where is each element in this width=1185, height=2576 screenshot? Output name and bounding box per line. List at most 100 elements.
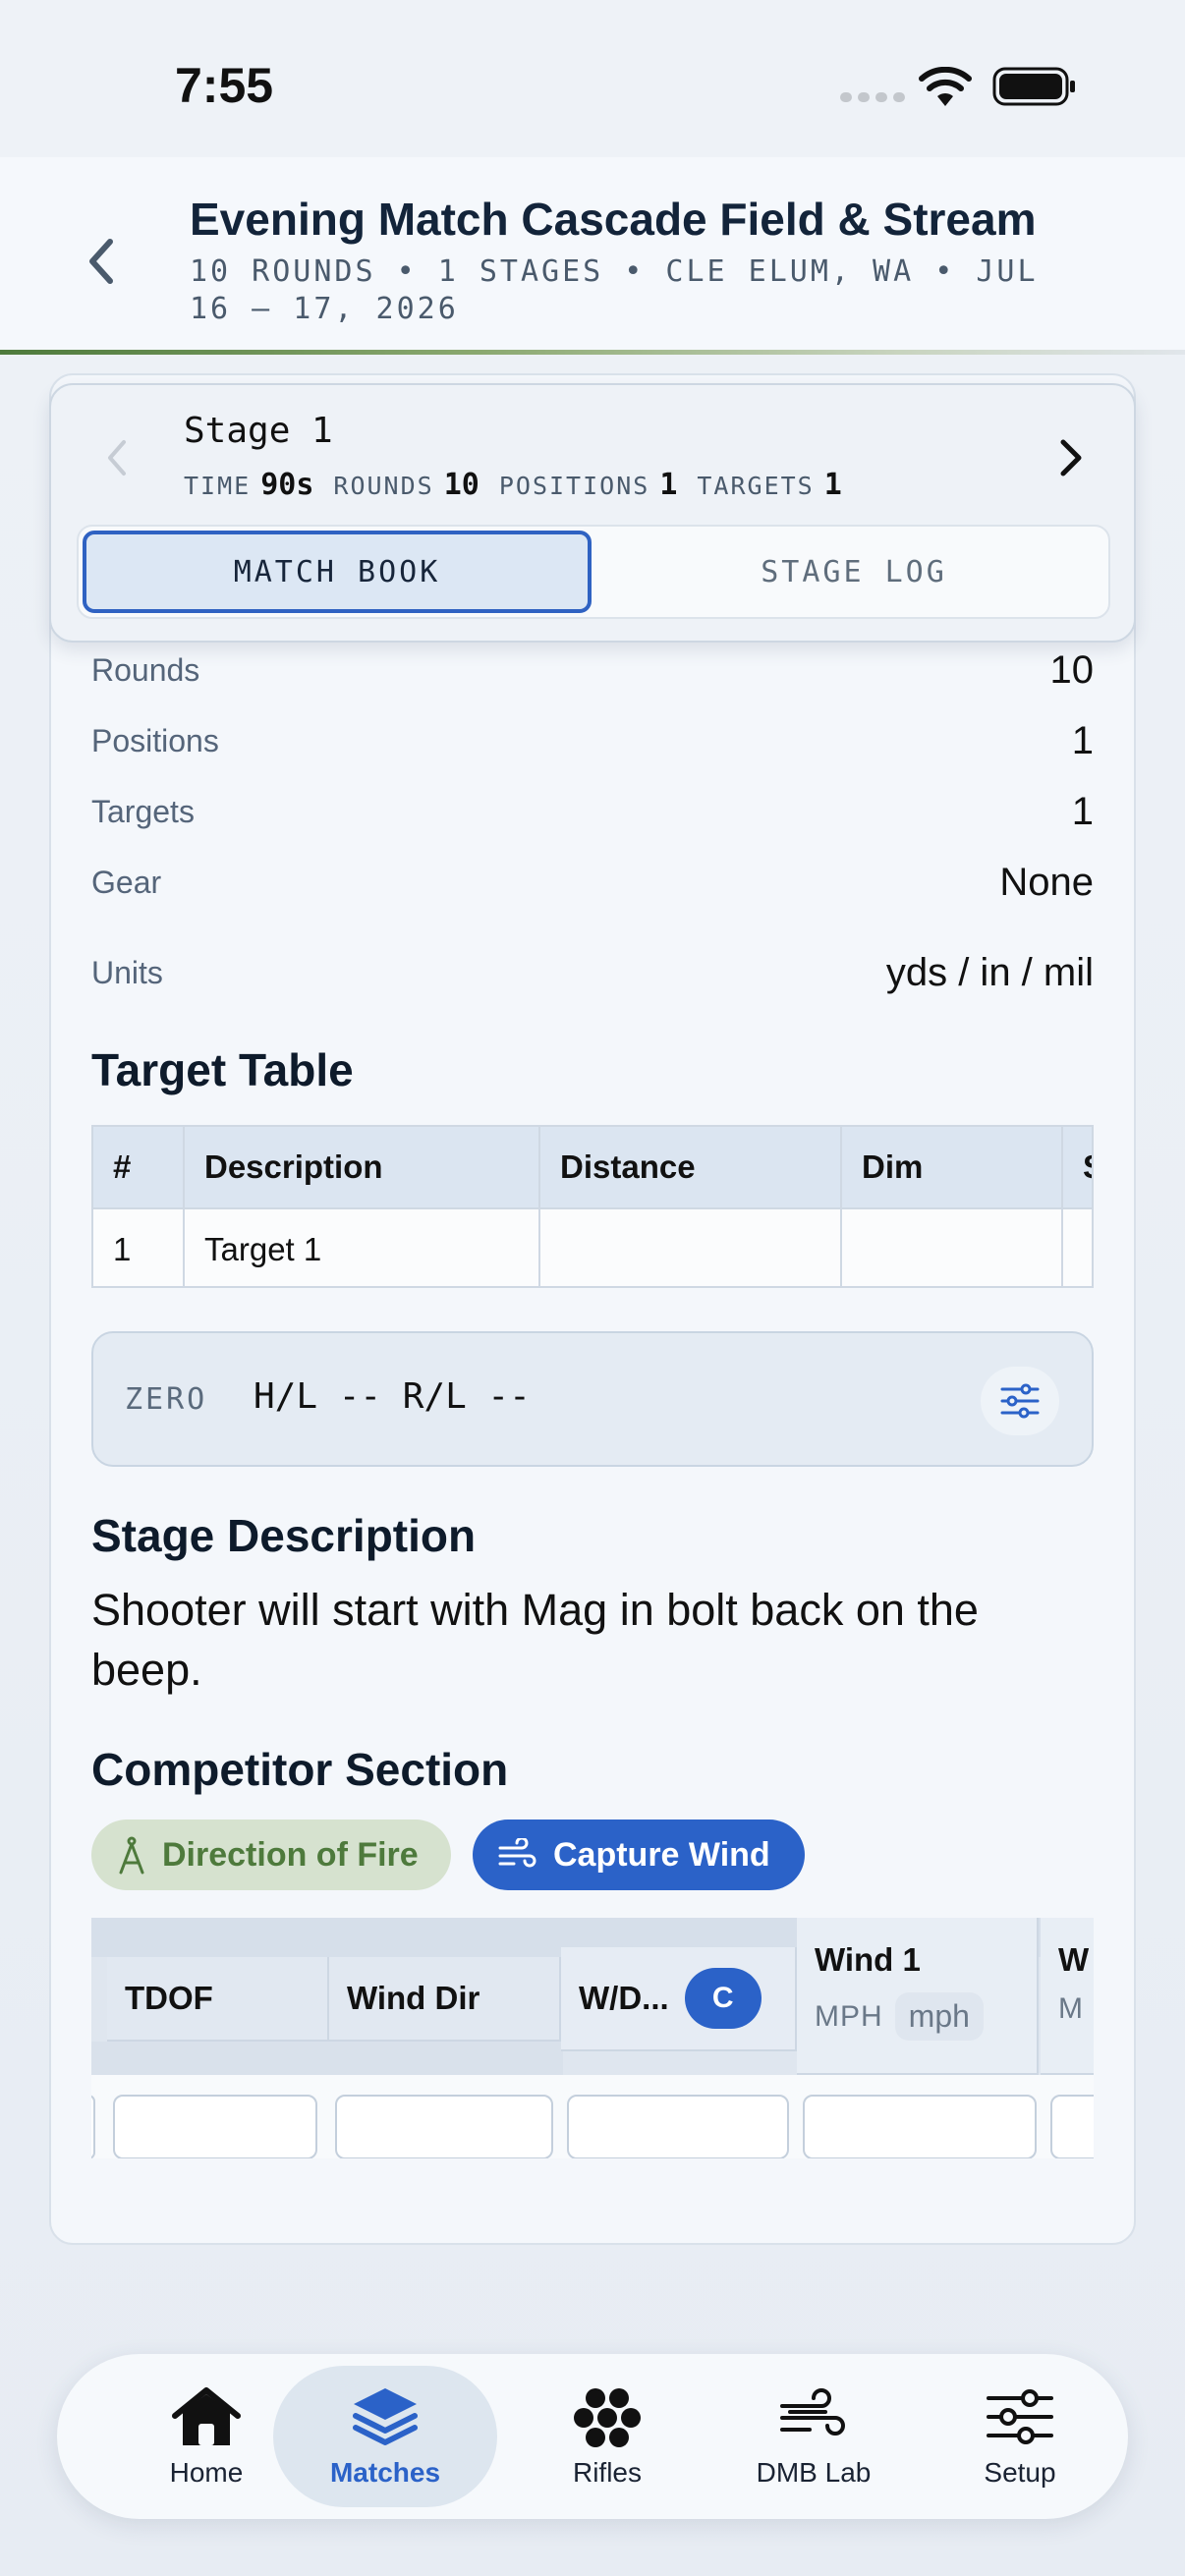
- detail-value: 10: [1049, 648, 1095, 692]
- zero-box: ZERO H/L -- R/L --: [91, 1331, 1094, 1467]
- home-icon: [172, 2387, 241, 2445]
- tab-setup[interactable]: Setup: [922, 2366, 1118, 2507]
- direction-of-fire-label: Direction of Fire: [162, 1835, 419, 1874]
- wind-2-input[interactable]: [1050, 2095, 1094, 2158]
- tab-matches[interactable]: Matches: [273, 2366, 497, 2507]
- tab-stage-log[interactable]: STAGE LOG: [599, 531, 1108, 613]
- tab-dmb-lab[interactable]: DMB Lab: [715, 2366, 912, 2507]
- stage-header-card: Stage 1 TIME 90s ROUNDS 10 POSITIONS 1 T…: [49, 383, 1136, 643]
- stage-description-text: Shooter will start with Mag in bolt back…: [91, 1585, 979, 1695]
- wind-icon: [780, 2388, 845, 2436]
- detail-value: 1: [1071, 790, 1094, 833]
- wind-1-unit-label: MPH: [815, 1999, 883, 2033]
- wind-dir-input[interactable]: [335, 2095, 553, 2158]
- stage-description-title: Stage Description: [91, 1510, 477, 1561]
- table-cell: Target 1: [185, 1209, 540, 1286]
- stage-name: Stage 1: [184, 411, 333, 451]
- table-cell: [540, 1209, 842, 1286]
- battery-icon: [992, 67, 1075, 106]
- column-header-wind-dir: Wind Dir: [329, 1957, 561, 2042]
- zero-settings-button[interactable]: [981, 1367, 1059, 1435]
- detail-label: Positions: [91, 723, 219, 758]
- time-value: 90s: [260, 468, 314, 502]
- targets-label: TARGETS: [697, 472, 815, 500]
- sliders-icon: [1000, 1383, 1040, 1419]
- target-table[interactable]: # Description Distance Dim S 1 Target 1: [91, 1125, 1094, 1288]
- column-header: S: [1063, 1127, 1092, 1207]
- wd-label: W/D...: [579, 1980, 669, 2016]
- table-header-row: # Description Distance Dim S: [93, 1127, 1092, 1207]
- competitor-table[interactable]: TDOF Wind Dir W/D... C Wind 1 MPH mph W …: [91, 1918, 1094, 2158]
- tab-label: Matches: [329, 2457, 441, 2488]
- table-row[interactable]: 1 Target 1: [93, 1207, 1092, 1286]
- match-title: Evening Match Cascade Field & Stream: [190, 194, 1037, 245]
- sliders-icon: [987, 2389, 1053, 2444]
- rounds-value: 10: [443, 468, 480, 502]
- column-header-tdof: TDOF: [107, 1957, 329, 2042]
- wind-1-unit-selector[interactable]: mph: [894, 1992, 984, 2041]
- direction-of-fire-button[interactable]: Direction of Fire: [91, 1820, 451, 1890]
- back-chevron-icon[interactable]: [79, 232, 124, 291]
- column-header-wd: W/D... C: [561, 1947, 797, 2051]
- detail-row-units: Units yds / in / mil: [91, 951, 1094, 995]
- compass-icon: [119, 1836, 144, 1875]
- wifi-icon: [919, 67, 972, 106]
- layers-icon: [353, 2388, 418, 2445]
- column-header: Distance: [540, 1127, 842, 1207]
- detail-row-rounds: Rounds 10: [91, 648, 1094, 693]
- wind-1-label: Wind 1: [815, 1941, 921, 1978]
- positions-value: 1: [659, 468, 678, 502]
- tab-label: Home: [169, 2457, 244, 2488]
- zero-label: ZERO: [125, 1382, 208, 1417]
- input-partial[interactable]: [91, 2095, 95, 2158]
- cellular-signal-icon: [840, 92, 905, 102]
- detail-label: Gear: [91, 865, 162, 900]
- competitor-section-title: Competitor Section: [91, 1744, 509, 1795]
- table-row: [91, 2075, 1094, 2158]
- wind-2-unit-row: M: [1058, 1992, 1084, 2026]
- view-segmented-control: MATCH BOOK STAGE LOG: [77, 525, 1110, 619]
- wd-calculate-button[interactable]: C: [684, 1968, 762, 2029]
- match-subtitle: 10 ROUNDS • 1 STAGES • CLE ELUM, WA • JU…: [190, 254, 1039, 326]
- detail-label: Units: [91, 955, 163, 990]
- status-bar: 7:55: [0, 0, 1185, 157]
- tab-label: DMB Lab: [756, 2457, 872, 2488]
- table-cell: 1: [93, 1209, 185, 1286]
- table-cell: [1063, 1209, 1092, 1286]
- cluster-icon: [574, 2388, 641, 2447]
- detail-value: None: [999, 861, 1094, 904]
- positions-label: POSITIONS: [498, 472, 650, 500]
- detail-label: Targets: [91, 794, 195, 829]
- detail-value: yds / in / mil: [885, 951, 1094, 994]
- column-header-wind-2: W M: [1041, 1918, 1094, 2075]
- rounds-label: ROUNDS: [333, 472, 434, 500]
- zero-value: H/L -- R/L --: [254, 1376, 531, 1417]
- column-header: Description: [185, 1127, 540, 1207]
- previous-stage-chevron-icon[interactable]: [102, 436, 132, 479]
- wind-1-input[interactable]: [803, 2095, 1037, 2158]
- detail-row-gear: Gear None: [91, 861, 1094, 905]
- detail-row-targets: Targets 1: [91, 790, 1094, 834]
- detail-value: 1: [1071, 719, 1094, 762]
- time-label: TIME: [184, 472, 252, 500]
- next-stage-chevron-icon[interactable]: [1053, 436, 1087, 479]
- column-header: Dim: [842, 1127, 1063, 1207]
- tab-rifles[interactable]: Rifles: [509, 2366, 705, 2507]
- tab-match-book[interactable]: MATCH BOOK: [83, 531, 592, 613]
- tab-label: Rifles: [572, 2457, 642, 2488]
- wind-2-label: W: [1058, 1941, 1090, 1978]
- tab-label: Setup: [984, 2457, 1056, 2488]
- column-header: #: [93, 1127, 185, 1207]
- wind-1-unit-row: MPH mph: [815, 1992, 984, 2041]
- capture-wind-button[interactable]: Capture Wind: [473, 1820, 805, 1890]
- wd-input[interactable]: [567, 2095, 789, 2158]
- tab-bar: Home Matches Rifles DMB Lab Setup: [57, 2354, 1128, 2519]
- header-divider: [0, 350, 1185, 355]
- status-time: 7:55: [175, 58, 274, 113]
- wind-2-unit-label: M: [1058, 1992, 1084, 2025]
- tdof-input[interactable]: [113, 2095, 317, 2158]
- column-header-wind-1: Wind 1 MPH mph: [797, 1918, 1039, 2075]
- detail-label: Rounds: [91, 652, 200, 688]
- detail-row-positions: Positions 1: [91, 719, 1094, 763]
- table-cell: [842, 1209, 1063, 1286]
